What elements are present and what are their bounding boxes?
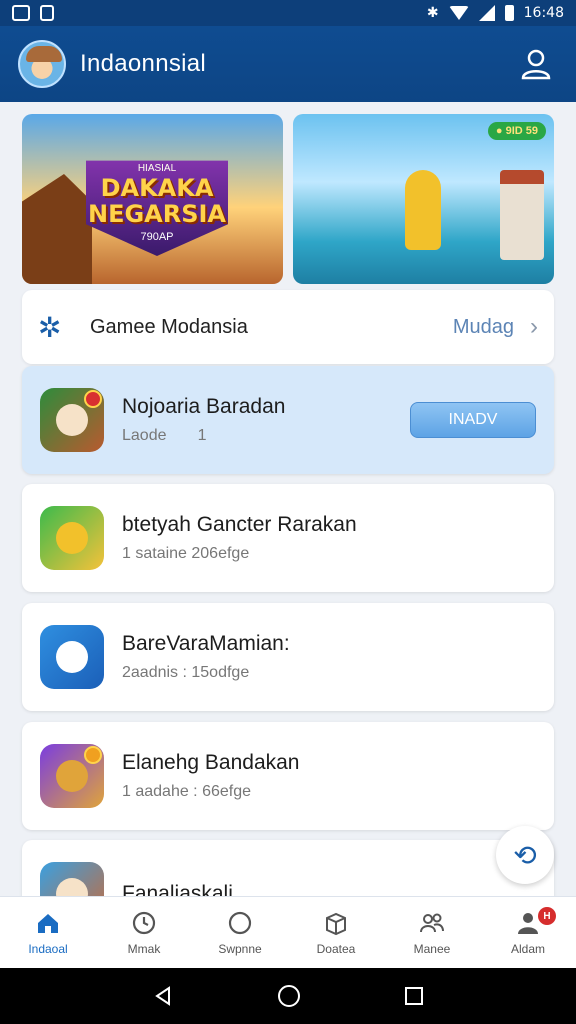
- person-icon: [518, 912, 538, 934]
- circle-icon: [228, 911, 252, 934]
- app-icon: [40, 506, 104, 570]
- list-item[interactable]: btetyah Gancter Rarakan 1 sataine 206efg…: [22, 484, 554, 592]
- banner-house-art: [500, 170, 544, 260]
- app-icon-badge: [84, 390, 102, 408]
- app-name: Elanehg Bandakan: [122, 751, 300, 774]
- nav-aldam[interactable]: H Aldam: [480, 897, 576, 968]
- app-meta: 2aadnis : 15odfge: [122, 664, 250, 681]
- banner-logo-line3: 790AP: [140, 230, 174, 243]
- app-meta: Laode 1: [122, 427, 207, 444]
- back-icon[interactable]: [152, 985, 174, 1007]
- nav-mmak[interactable]: Mmak: [96, 897, 192, 968]
- nav-home-label: Indaoal: [28, 941, 68, 956]
- status-bar: ✱ 16:48: [0, 0, 576, 26]
- banner-logo-sup: HIASIAL: [137, 163, 177, 175]
- notification-badge: H: [538, 907, 556, 925]
- app-icon: [40, 744, 104, 808]
- app-icon-face: [56, 641, 88, 673]
- nav-manee[interactable]: Manee: [384, 897, 480, 968]
- recents-icon[interactable]: [404, 986, 424, 1006]
- app-name: btetyah Gancter Rarakan: [122, 513, 357, 536]
- games-section-header[interactable]: ✲ Gamee Modansia Mudag ›: [22, 290, 554, 364]
- user-icon: [521, 49, 551, 80]
- status-time: 16:48: [523, 5, 564, 21]
- nav-doatea[interactable]: Doatea: [288, 897, 384, 968]
- profile-button[interactable]: [514, 42, 558, 86]
- section-title: Gamee Modansia: [90, 315, 248, 338]
- signal-icon: [478, 5, 495, 21]
- app-icon: [40, 388, 104, 452]
- banner-island[interactable]: ● 9ID 59: [293, 114, 554, 284]
- banner-dakaka[interactable]: HIASIAL DAKAKA NEGARSIA 790AP: [22, 114, 283, 284]
- home-icon: [38, 913, 58, 933]
- system-nav-bar: [0, 968, 576, 1024]
- refresh-fab[interactable]: ⟲: [496, 826, 554, 884]
- app-meta: 1 aadahe : 66efge: [122, 783, 252, 800]
- nav-aldam-label: Aldam: [510, 941, 545, 956]
- avatar[interactable]: [18, 40, 66, 88]
- box-icon: [326, 912, 346, 935]
- clock-icon: [132, 911, 156, 934]
- bottom-nav: Indaoal Mmak Swpnne Doatea Manee H Aldam: [0, 896, 576, 968]
- wifi-icon: [448, 6, 469, 20]
- app-icon-face: [56, 404, 88, 436]
- app-icon: [40, 625, 104, 689]
- banner-carousel: HIASIAL DAKAKA NEGARSIA 790AP ● 9ID 59: [22, 114, 554, 284]
- nav-doatea-label: Doatea: [316, 941, 356, 956]
- home-circle-icon[interactable]: [277, 984, 301, 1008]
- nav-manee-label: Manee: [413, 941, 451, 956]
- app-title: Indaonnsial: [80, 50, 207, 77]
- app-name: BareVaraMamian:: [122, 632, 290, 655]
- app-icon-badge: [84, 746, 102, 764]
- list-item[interactable]: Nojoaria Baradan Laode 1 INADV: [22, 366, 554, 474]
- banner-logo: HIASIAL DAKAKA NEGARSIA 790AP: [86, 160, 228, 256]
- install-button[interactable]: INADV: [410, 402, 536, 438]
- list-item[interactable]: BareVaraMamian: 2aadnis : 15odfge: [22, 603, 554, 711]
- banner-hero-art: [405, 170, 441, 250]
- people-icon: [420, 913, 444, 932]
- banner-badge: ● 9ID 59: [487, 122, 546, 140]
- list-item[interactable]: Elanehg Bandakan 1 aadahe : 66efge: [22, 722, 554, 830]
- nav-swpnne[interactable]: Swpnne: [192, 897, 288, 968]
- bluetooth-icon: ✱: [426, 5, 439, 21]
- banner-logo-line1: DAKAKA: [100, 174, 214, 203]
- battery-icon: [504, 5, 514, 21]
- app-meta: 1 sataine 206efge: [122, 545, 250, 562]
- refresh-icon: ⟲: [513, 839, 537, 871]
- nav-swpnne-label: Swpnne: [218, 941, 262, 956]
- app-icon-face: [56, 760, 88, 792]
- app-name: Nojoaria Baradan: [122, 395, 286, 418]
- gallery-notification-icon: [12, 5, 30, 21]
- banner-hut-art: [22, 174, 92, 284]
- nav-home[interactable]: Indaoal: [0, 897, 96, 968]
- app-icon-face: [56, 522, 88, 554]
- app-bar: Indaonnsial: [0, 26, 576, 102]
- banner-logo-line2: NEGARSIA: [87, 199, 227, 228]
- chevron-right-icon[interactable]: ›: [530, 313, 538, 341]
- gear-icon: ✲: [38, 311, 62, 343]
- nav-mmak-label: Mmak: [127, 941, 161, 956]
- more-link[interactable]: Mudag: [453, 316, 514, 339]
- phone-notification-icon: [40, 5, 54, 21]
